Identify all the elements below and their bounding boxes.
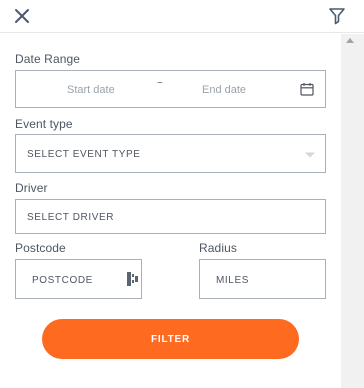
scrollbar-track[interactable] bbox=[347, 52, 356, 382]
date-range-separator: ~ bbox=[157, 78, 163, 89]
start-date-input[interactable]: Start date bbox=[67, 84, 115, 96]
autofill-icon[interactable] bbox=[126, 271, 140, 287]
radius-label: Radius bbox=[199, 241, 237, 255]
event-type-label: Event type bbox=[15, 117, 73, 131]
filter-submit-button[interactable]: FILTER bbox=[42, 319, 299, 359]
filter-form: Date Range Start date ~ End date Event t… bbox=[0, 34, 341, 388]
postcode-placeholder: POSTCODE bbox=[32, 275, 93, 286]
driver-placeholder: SELECT DRIVER bbox=[27, 212, 115, 223]
radius-placeholder: MILES bbox=[216, 275, 250, 286]
chevron-down-icon bbox=[305, 152, 315, 158]
radius-input[interactable]: MILES bbox=[199, 259, 326, 299]
end-date-input[interactable]: End date bbox=[202, 84, 246, 96]
calendar-icon[interactable] bbox=[300, 82, 314, 96]
driver-select[interactable]: SELECT DRIVER bbox=[15, 199, 326, 234]
top-bar bbox=[0, 0, 364, 33]
date-range-field[interactable]: Start date ~ End date bbox=[15, 70, 326, 108]
scroll-up-arrow-icon[interactable] bbox=[346, 38, 354, 43]
funnel-icon bbox=[329, 8, 345, 25]
postcode-input[interactable]: POSTCODE bbox=[15, 259, 142, 299]
filter-toggle-button[interactable] bbox=[328, 6, 346, 26]
close-x-icon bbox=[15, 9, 29, 23]
close-button[interactable] bbox=[13, 7, 31, 25]
date-range-label: Date Range bbox=[15, 52, 81, 66]
driver-label: Driver bbox=[15, 181, 48, 195]
postcode-label: Postcode bbox=[15, 241, 66, 255]
event-type-select[interactable]: SELECT EVENT TYPE bbox=[15, 134, 326, 173]
event-type-placeholder: SELECT EVENT TYPE bbox=[27, 149, 141, 160]
scrollbar[interactable] bbox=[341, 34, 364, 388]
